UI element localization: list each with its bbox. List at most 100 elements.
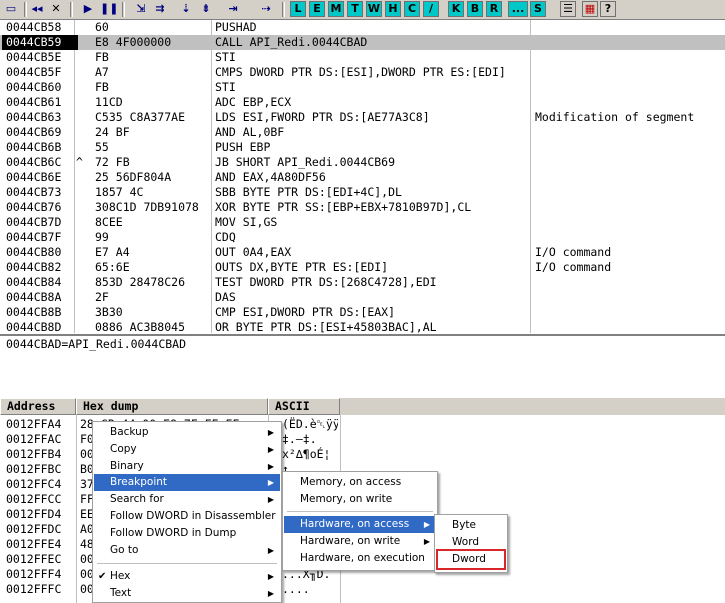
step-into-icon[interactable]: ⇲ (133, 1, 149, 17)
patches-button[interactable]: / (423, 1, 439, 17)
color-scheme-icon[interactable]: ▦ (582, 1, 598, 17)
menu-item-label: Memory, on access (300, 476, 402, 488)
menu-item-hardware-on-access[interactable]: Hardware, on access ▶ (284, 516, 436, 533)
menu-item-text[interactable]: Text ▶ (94, 585, 280, 602)
execute-till-return-icon[interactable]: ⇥ (225, 1, 241, 17)
disasm-row[interactable]: 0044CB8D 0886 AC3B8045 OR BYTE PTR DS:[ESI… (0, 320, 725, 333)
instruction-cell: OUT 0A4,EAX (215, 245, 292, 259)
disasm-row[interactable]: 0044CB82 65:6E OUTS DX,BYTE PTR ES:[EDI] I/… (0, 260, 725, 275)
instruction-cell: AND EAX,4A80DF56 (215, 170, 326, 184)
menu-separator (287, 511, 433, 512)
check-icon: ✔ (98, 571, 107, 582)
hex-cell: 65:6E (95, 260, 130, 274)
hex-cell: FB (95, 50, 109, 64)
disasm-row[interactable]: 0044CB63 C535 C8A377AE LDS ESI,FWORD PTR D… (0, 110, 725, 125)
address-column-header[interactable]: Address (0, 398, 76, 415)
disasm-row[interactable]: 0044CB73 1857 4C SBB BYTE PTR DS:[EDI+4C],… (0, 185, 725, 200)
menu-item-binary[interactable]: Binary ▶ (94, 458, 280, 475)
menu-item-label: Binary (110, 460, 144, 472)
breakpoints-button[interactable]: B (467, 1, 483, 17)
menu-item-memory-on-write[interactable]: Memory, on write (284, 491, 436, 508)
address-cell: 0012FFAC (6, 432, 62, 446)
menu-item-memory-on-access[interactable]: Memory, on access (284, 474, 436, 491)
trace-into-icon[interactable]: ⇣ (178, 1, 194, 17)
comment-cell: I/O command (535, 260, 612, 274)
address-cell: 0044CB58 (6, 20, 62, 34)
call-stack-button[interactable]: K (448, 1, 464, 17)
help-icon[interactable]: ? (600, 1, 616, 17)
open-icon[interactable]: ▭ (3, 1, 19, 17)
memory-map-button[interactable]: M (328, 1, 344, 17)
breakpoint-submenu: Memory, on access Memory, on write Hardwar… (282, 471, 438, 571)
source-button[interactable]: S (530, 1, 546, 17)
ascii-column-header[interactable]: ASCII (268, 398, 340, 415)
instruction-cell: DAS (215, 290, 236, 304)
hex-cell: 853D 28478C26 (95, 275, 186, 289)
menu-item-byte[interactable]: Byte (436, 517, 506, 534)
disasm-row[interactable]: 0044CB60 FB STI (0, 80, 725, 95)
menu-item-hex[interactable]: ✔ Hex ▶ (94, 568, 280, 585)
menu-item-breakpoint[interactable]: Breakpoint ▶ (94, 474, 280, 491)
menu-item-follow-dword-in-disassembler[interactable]: Follow DWORD in Disassembler (94, 508, 280, 525)
disasm-row[interactable]: 0044CB76 308C1D 7DB91078 XOR BYTE PTR SS:[… (0, 200, 725, 215)
dword-highlight-box (436, 549, 506, 570)
run-icon[interactable]: ▶ (80, 1, 96, 17)
step-over-icon[interactable]: ⇉ (152, 1, 168, 17)
menu-item-label: Hardware, on write (300, 535, 401, 547)
instruction-cell: STI (215, 80, 236, 94)
pause-icon[interactable]: ❚❚ (100, 1, 118, 17)
disasm-row[interactable]: 0044CB84 853D 28478C26 TEST DWORD PTR DS:[… (0, 275, 725, 290)
run-trace-button[interactable]: ... (508, 1, 528, 17)
submenu-arrow-icon: ▶ (267, 589, 274, 598)
rewind-icon[interactable]: ◂◂ (29, 1, 45, 17)
close-icon[interactable]: ✕ (48, 1, 64, 17)
address-cell: 0044CB69 (6, 125, 62, 139)
disasm-row[interactable]: 0044CB6C ^ 72 FB JB SHORT API_Redi.0044CB69 (0, 155, 725, 170)
menu-item-hardware-on-execution[interactable]: Hardware, on execution (284, 550, 436, 567)
address-cell: 0012FFEC (6, 552, 62, 566)
menu-item-backup[interactable]: Backup ▶ (94, 424, 280, 441)
address-cell: 0044CB8B (6, 305, 62, 319)
menu-item-go-to[interactable]: Go to ▶ (94, 542, 280, 559)
address-cell: 0012FFF4 (6, 567, 62, 581)
disassembly-pane[interactable]: 0044CB58 60 PUSHAD 0044CB59 E8 4F000000 CALL … (0, 20, 725, 333)
submenu-arrow-icon: ▶ (267, 462, 274, 471)
instruction-cell: TEST DWORD PTR DS:[268C4728],EDI (215, 275, 437, 289)
disasm-row[interactable]: 0044CB7F 99 CDQ (0, 230, 725, 245)
disasm-row[interactable]: 0044CB6E 25 56DF804A AND EAX,4A80DF56 (0, 170, 725, 185)
disasm-row[interactable]: 0044CB8A 2F DAS (0, 290, 725, 305)
disasm-row[interactable]: 0044CB6B 55 PUSH EBP (0, 140, 725, 155)
menu-item-search-for[interactable]: Search for ▶ (94, 491, 280, 508)
ascii-cell: .... (282, 582, 310, 596)
menu-item-copy[interactable]: Copy ▶ (94, 441, 280, 458)
menu-item-follow-dword-in-dump[interactable]: Follow DWORD in Dump (94, 525, 280, 542)
list-icon[interactable]: ☰ (560, 1, 576, 17)
windows-button[interactable]: W (366, 1, 382, 17)
instruction-cell: CDQ (215, 230, 236, 244)
disasm-row[interactable]: 0044CB59 E8 4F000000 CALL API_Redi.0044CBA… (0, 35, 725, 50)
disasm-row[interactable]: 0044CB8B 3B30 CMP ESI,DWORD PTR DS:[EAX] (0, 305, 725, 320)
disasm-row[interactable]: 0044CB5F A7 CMPS DWORD PTR DS:[ESI],DWORD … (0, 65, 725, 80)
hex-cell: 24 BF (95, 125, 130, 139)
toolbar-separator (282, 2, 285, 17)
menu-item-hardware-on-write[interactable]: Hardware, on write ▶ (284, 533, 436, 550)
hex-cell: 308C1D 7DB91078 (95, 200, 199, 214)
go-to-icon[interactable]: ⇢ (258, 1, 274, 17)
threads-button[interactable]: T (347, 1, 363, 17)
address-cell: 0044CB6E (6, 170, 62, 184)
disasm-row[interactable]: 0044CB80 E7 A4 OUT 0A4,EAX I/O command (0, 245, 725, 260)
trace-over-icon[interactable]: ⇟ (198, 1, 214, 17)
handles-button[interactable]: H (385, 1, 401, 17)
disasm-row[interactable]: 0044CB58 60 PUSHAD (0, 20, 725, 35)
disasm-row[interactable]: 0044CB5E FB STI (0, 50, 725, 65)
menu-item-label: Go to (110, 544, 139, 556)
hex-dump-column-header[interactable]: Hex dump (76, 398, 268, 415)
cpu-button[interactable]: C (404, 1, 420, 17)
references-button[interactable]: R (486, 1, 502, 17)
executable-modules-button[interactable]: E (309, 1, 325, 17)
info-text: 0044CBAD=API_Redi.0044CBAD (6, 337, 187, 351)
disasm-row[interactable]: 0044CB61 11CD ADC EBP,ECX (0, 95, 725, 110)
log-window-button[interactable]: L (290, 1, 306, 17)
disasm-row[interactable]: 0044CB69 24 BF AND AL,0BF (0, 125, 725, 140)
disasm-row[interactable]: 0044CB7D 8CEE MOV SI,GS (0, 215, 725, 230)
